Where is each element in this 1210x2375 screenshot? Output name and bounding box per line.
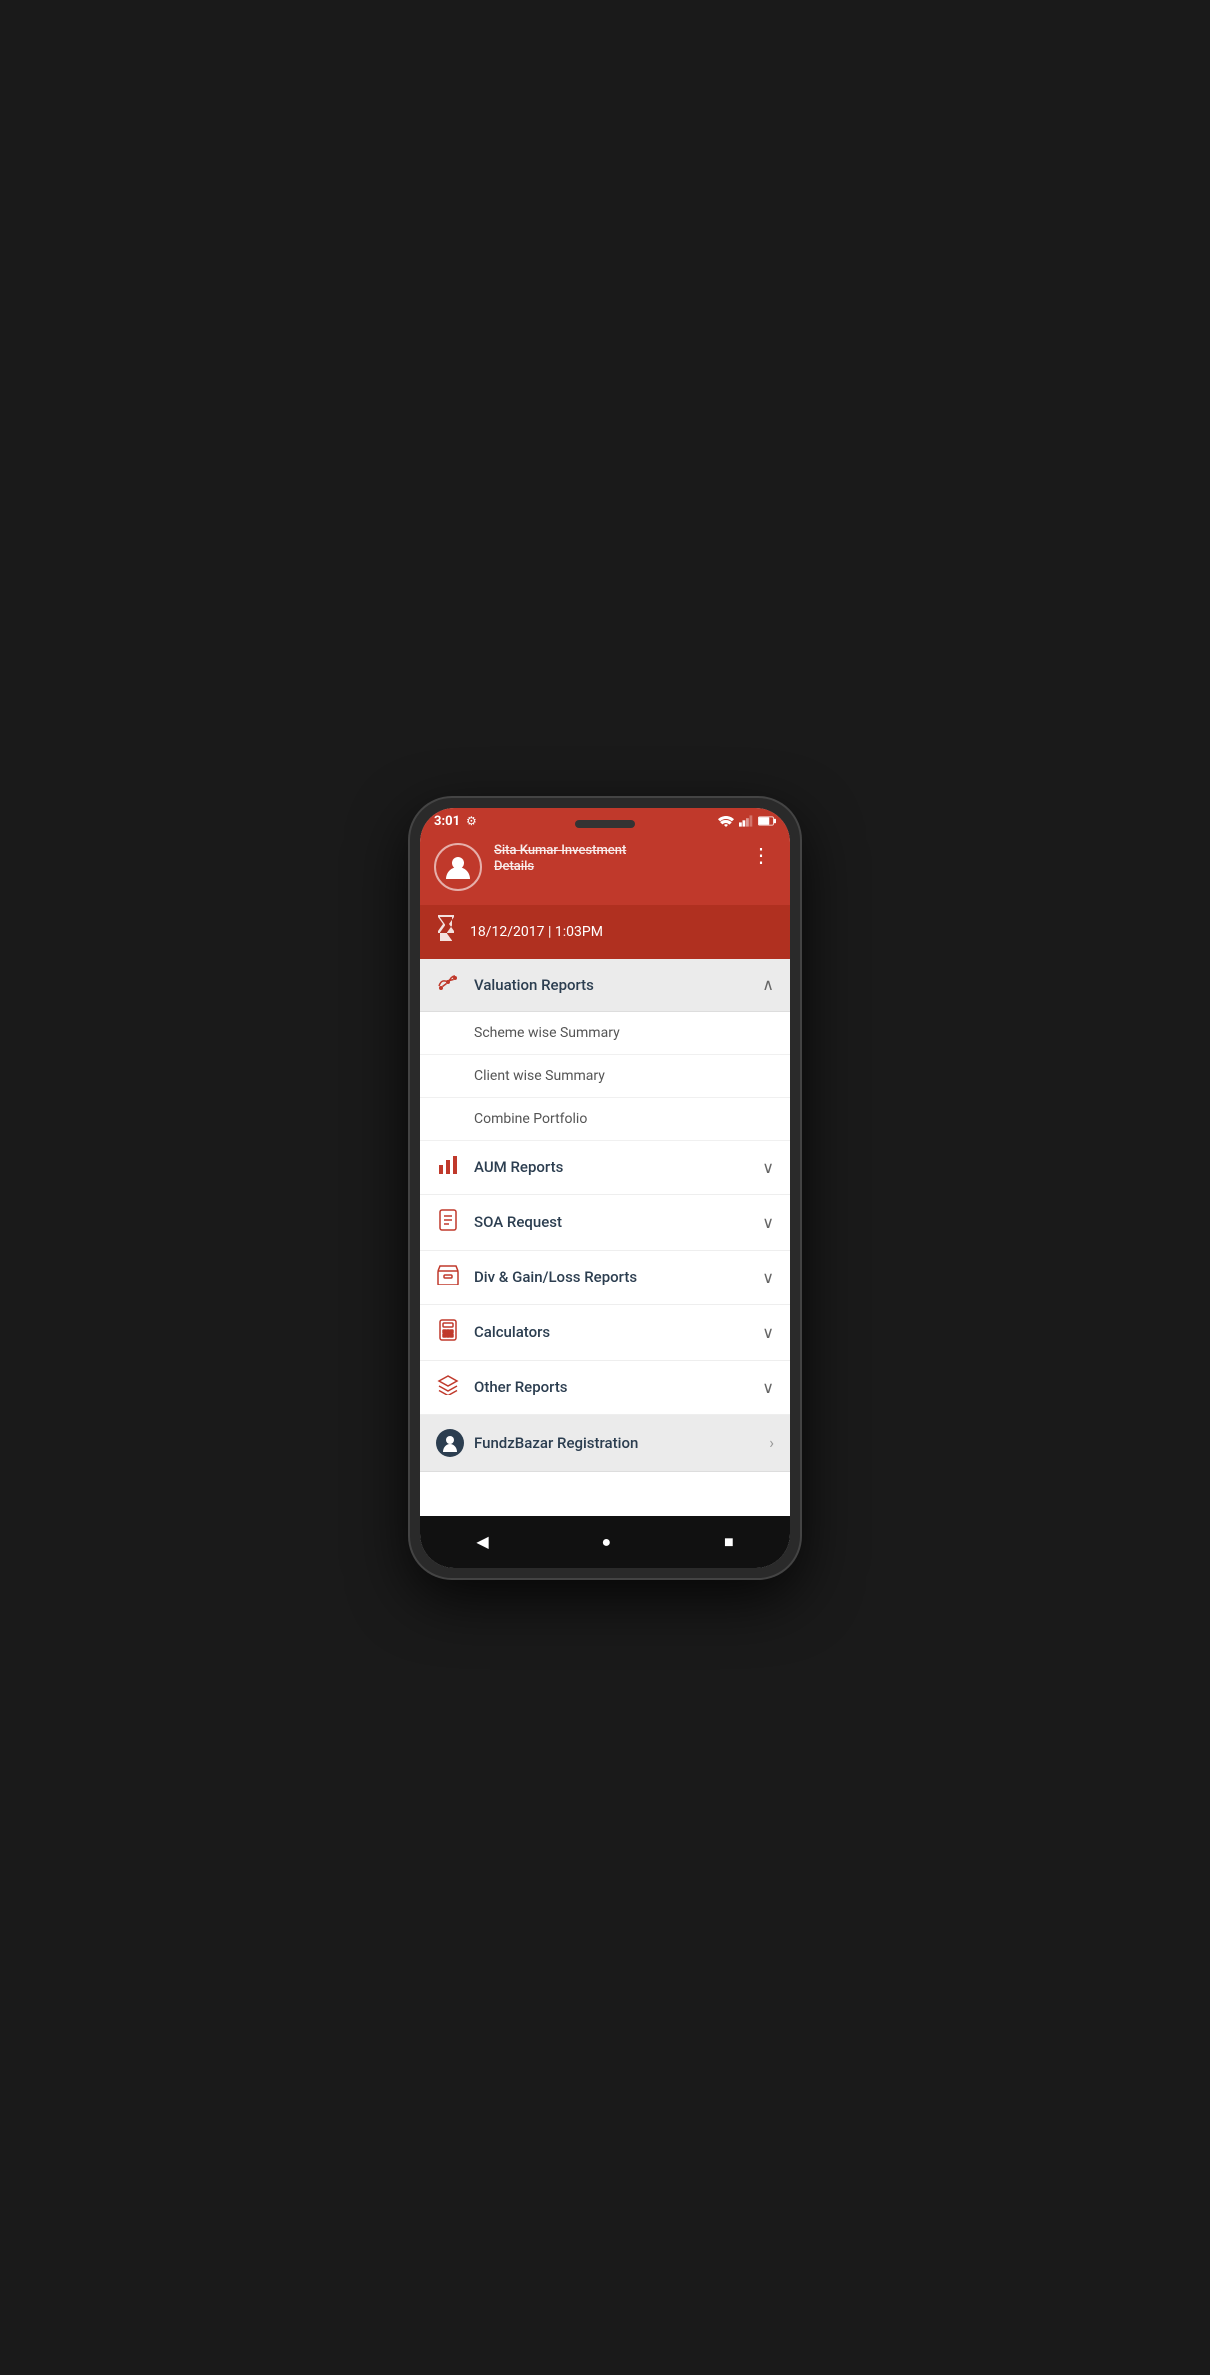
section-valuation-reports[interactable]: Valuation Reports ∧: [420, 959, 790, 1012]
bottom-nav: ◀ ● ■: [420, 1516, 790, 1568]
date-text: 18/12/2017 | 1:03PM: [470, 924, 603, 940]
section-divgain-reports[interactable]: Div & Gain/Loss Reports ∨: [420, 1251, 790, 1305]
date-bar: 18/12/2017 | 1:03PM: [420, 905, 790, 959]
chevron-up-icon: ∧: [762, 975, 774, 994]
chevron-down-divgain-icon: ∨: [762, 1268, 774, 1287]
chevron-down-soa-icon: ∨: [762, 1213, 774, 1232]
gear-icon: ⚙: [466, 814, 477, 828]
header-text: Sita Kumar Investment Details: [494, 843, 735, 875]
graph-icon: [436, 973, 460, 997]
signal-icon: [739, 815, 753, 827]
status-icons-group: [718, 815, 776, 827]
bar-chart-icon: [436, 1155, 460, 1180]
recent-button[interactable]: ■: [704, 1526, 754, 1558]
chevron-down-aum-icon: ∨: [762, 1158, 774, 1177]
home-button[interactable]: ●: [581, 1526, 631, 1558]
header: Sita Kumar Investment Details ⋮: [420, 833, 790, 905]
status-bar: 3:01 ⚙: [420, 808, 790, 833]
hourglass-icon: [434, 915, 458, 949]
chevron-right-icon: ›: [769, 1433, 774, 1452]
phone-frame: 3:01 ⚙: [410, 798, 800, 1578]
avatar: [434, 843, 482, 891]
archive-icon: [436, 1265, 460, 1290]
fundz-icon: [436, 1429, 460, 1457]
divgain-reports-label: Div & Gain/Loss Reports: [474, 1268, 762, 1286]
scheme-wise-summary-item[interactable]: Scheme wise Summary: [420, 1012, 790, 1055]
section-aum-reports[interactable]: AUM Reports ∨: [420, 1141, 790, 1195]
more-vertical-icon[interactable]: ⋮: [747, 843, 776, 867]
header-name-line2: Details: [494, 859, 735, 874]
user-icon: [443, 852, 473, 882]
wifi-icon: [718, 815, 734, 827]
battery-icon: [758, 815, 776, 827]
menu-container: Valuation Reports ∧ Scheme wise Summary …: [420, 959, 790, 1516]
client-wise-summary-item[interactable]: Client wise Summary: [420, 1055, 790, 1098]
chevron-down-calc-icon: ∨: [762, 1323, 774, 1342]
valuation-reports-label: Valuation Reports: [474, 976, 762, 994]
chevron-down-other-icon: ∨: [762, 1378, 774, 1397]
calculator-icon: [436, 1319, 460, 1346]
document-icon: [436, 1209, 460, 1236]
aum-reports-label: AUM Reports: [474, 1158, 762, 1176]
screen: 3:01 ⚙: [420, 808, 790, 1568]
status-time: 3:01: [434, 814, 460, 829]
soa-request-label: SOA Request: [474, 1213, 762, 1231]
section-other-reports[interactable]: Other Reports ∨: [420, 1361, 790, 1415]
section-fundzbazar[interactable]: FundzBazar Registration ›: [420, 1415, 790, 1472]
section-soa-request[interactable]: SOA Request ∨: [420, 1195, 790, 1251]
fundzbazar-label: FundzBazar Registration: [474, 1434, 769, 1452]
header-name-line1: Sita Kumar Investment: [494, 843, 735, 860]
combine-portfolio-item[interactable]: Combine Portfolio: [420, 1098, 790, 1141]
layers-icon: [436, 1375, 460, 1400]
other-reports-label: Other Reports: [474, 1378, 762, 1396]
calculators-label: Calculators: [474, 1323, 762, 1341]
section-calculators[interactable]: Calculators ∨: [420, 1305, 790, 1361]
phone-inner: 3:01 ⚙: [420, 808, 790, 1568]
back-button[interactable]: ◀: [456, 1526, 508, 1557]
